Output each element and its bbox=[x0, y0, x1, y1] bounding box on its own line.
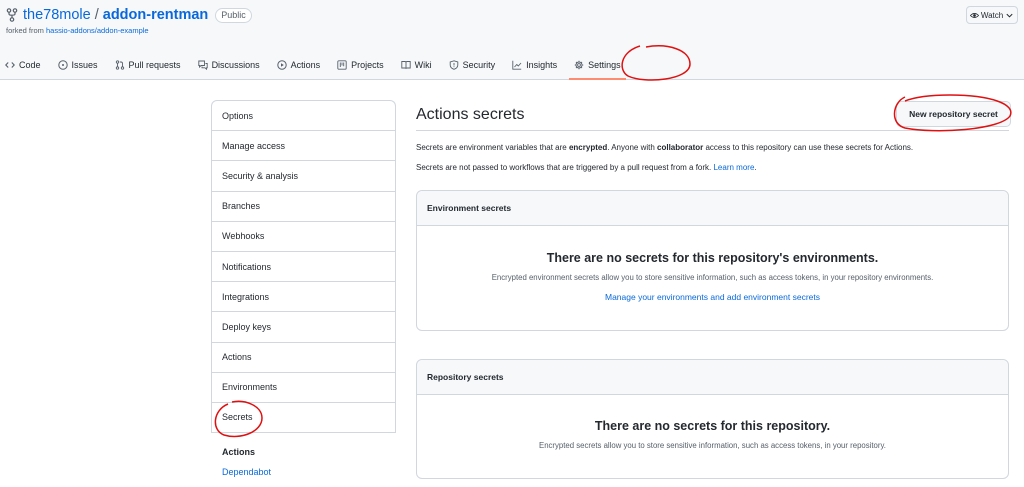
code-icon bbox=[5, 62, 15, 68]
repo-owner-link[interactable]: the78mole bbox=[23, 7, 91, 23]
repo-header: the78mole / addon-rentman Public forked … bbox=[0, 0, 1024, 80]
forked-from-prefix: forked from bbox=[6, 26, 47, 35]
eye-icon bbox=[969, 12, 979, 18]
play-icon bbox=[276, 60, 287, 70]
sidebar-item-label: Integrations bbox=[222, 291, 270, 302]
repo-tabs: Code Issues Pull requests Discussions Ac… bbox=[0, 52, 633, 80]
sidebar-item-actions[interactable]: Actions bbox=[212, 343, 395, 373]
sidebar-item-integrations[interactable]: Integrations bbox=[212, 282, 395, 313]
fork-note-end: . bbox=[754, 163, 757, 172]
watch-button[interactable]: Watch bbox=[966, 6, 1018, 24]
tab-actions-label: Actions bbox=[290, 60, 321, 70]
discussion-icon bbox=[197, 60, 208, 70]
repo-name-link[interactable]: addon-rentman bbox=[103, 7, 209, 23]
sidebar-item-label: Actions bbox=[222, 352, 252, 363]
tab-projects-label: Projects bbox=[351, 60, 384, 70]
sidebar-item-label: Webhooks bbox=[222, 231, 265, 242]
sidebar-item-secrets[interactable]: Secrets bbox=[212, 403, 395, 434]
desc-text: Secrets are environment variables that a… bbox=[416, 143, 569, 152]
tab-code-label: Code bbox=[19, 60, 41, 70]
tab-actions[interactable]: Actions bbox=[272, 54, 326, 76]
learn-more-link[interactable]: Learn more bbox=[713, 163, 754, 172]
repo-title-line: the78mole / addon-rentman Public bbox=[6, 6, 252, 24]
sidebar-item-label: Security & analysis bbox=[222, 170, 299, 181]
title-divider bbox=[416, 130, 1009, 131]
secrets-description: Secrets are environment variables that a… bbox=[416, 143, 913, 152]
tab-issues[interactable]: Issues bbox=[53, 54, 103, 76]
sidebar-item-branches[interactable]: Branches bbox=[212, 192, 395, 222]
chevron-down-icon bbox=[1006, 13, 1013, 18]
repo-separator: / bbox=[94, 7, 99, 23]
forked-from-link[interactable]: hassio-addons/addon-example bbox=[46, 26, 149, 35]
tab-discussions-label: Discussions bbox=[211, 60, 260, 70]
tab-security-label: Security bbox=[462, 60, 496, 70]
watch-label: Watch bbox=[980, 10, 1004, 20]
visibility-badge: Public bbox=[215, 7, 252, 23]
sidebar-item-label: Deploy keys bbox=[222, 321, 272, 332]
environment-blank-description: Encrypted environment secrets allow you … bbox=[491, 273, 934, 282]
tab-insights[interactable]: Insights bbox=[507, 54, 562, 76]
sidebar-item-notifications[interactable]: Notifications bbox=[212, 252, 395, 283]
environment-secrets-box: Environment secrets There are no secrets… bbox=[416, 190, 1009, 331]
forked-from-line: forked from hassio-addons/addon-example bbox=[6, 26, 149, 35]
book-icon bbox=[400, 61, 411, 69]
sidebar-item-dependabot[interactable]: Dependabot bbox=[222, 467, 271, 477]
gear-icon bbox=[574, 60, 584, 70]
desc-bold-collaborator: collaborator bbox=[657, 143, 704, 152]
repository-secrets-box: Repository secrets There are no secrets … bbox=[416, 359, 1009, 479]
sidebar-item-label: Notifications bbox=[222, 261, 272, 272]
sidebar-item-deploy-keys[interactable]: Deploy keys bbox=[212, 312, 395, 343]
page-title: Actions secrets bbox=[416, 106, 525, 123]
tab-pull-requests[interactable]: Pull requests bbox=[110, 54, 186, 76]
sidebar-item-environments[interactable]: Environments bbox=[212, 373, 395, 403]
tab-settings-label: Settings bbox=[588, 60, 621, 70]
new-repository-secret-button[interactable]: New repository secret bbox=[896, 101, 1011, 127]
tab-issues-label: Issues bbox=[71, 60, 98, 70]
fork-note-text: Secrets are not passed to workflows that… bbox=[416, 163, 714, 172]
manage-environments-link[interactable]: Manage your environments and add environ… bbox=[417, 292, 1008, 302]
tab-projects[interactable]: Projects bbox=[332, 54, 389, 76]
sidebar-item-options[interactable]: Options bbox=[212, 101, 395, 132]
repository-blank-title: There are no secrets for this repository… bbox=[594, 419, 831, 433]
sidebar-item-label: Manage access bbox=[222, 140, 286, 151]
tab-settings[interactable]: Settings bbox=[569, 54, 626, 80]
tab-security[interactable]: Security bbox=[444, 54, 501, 76]
sidebar-item-label: Secrets bbox=[222, 412, 253, 423]
tab-wiki-label: Wiki bbox=[414, 60, 432, 70]
tab-insights-label: Insights bbox=[526, 60, 558, 70]
desc-text: . Anyone with bbox=[607, 143, 658, 152]
fork-note: Secrets are not passed to workflows that… bbox=[416, 163, 757, 172]
tab-code[interactable]: Code bbox=[0, 54, 46, 76]
fork-icon bbox=[6, 8, 18, 22]
sidebar-item-manage-access[interactable]: Manage access bbox=[212, 131, 395, 162]
sidebar-group-title: Actions bbox=[222, 447, 256, 457]
issue-icon bbox=[57, 60, 68, 70]
desc-bold-encrypted: encrypted bbox=[568, 143, 608, 152]
tab-pull-requests-label: Pull requests bbox=[128, 60, 181, 70]
settings-sidebar: Options Manage access Security & analysi… bbox=[211, 100, 396, 434]
sidebar-item-label: Branches bbox=[222, 201, 261, 212]
tab-wiki[interactable]: Wiki bbox=[396, 54, 437, 76]
pull-request-icon bbox=[115, 60, 124, 70]
tab-discussions[interactable]: Discussions bbox=[193, 54, 265, 76]
sidebar-item-security-analysis[interactable]: Security & analysis bbox=[212, 161, 395, 192]
environment-secrets-header: Environment secrets bbox=[417, 191, 1008, 226]
repository-secrets-header: Repository secrets bbox=[417, 360, 1008, 395]
sidebar-item-label: Options bbox=[222, 110, 254, 121]
shield-icon bbox=[449, 60, 458, 70]
sidebar-item-webhooks[interactable]: Webhooks bbox=[212, 222, 395, 252]
sidebar-item-label: Environments bbox=[222, 382, 278, 393]
project-icon bbox=[337, 60, 347, 70]
graph-icon bbox=[512, 60, 522, 70]
repository-blank-description: Encrypted secrets allow you to store sen… bbox=[539, 441, 886, 450]
environment-blank-title: There are no secrets for this repository… bbox=[546, 251, 879, 265]
desc-text: access to this repository can use these … bbox=[703, 143, 914, 152]
